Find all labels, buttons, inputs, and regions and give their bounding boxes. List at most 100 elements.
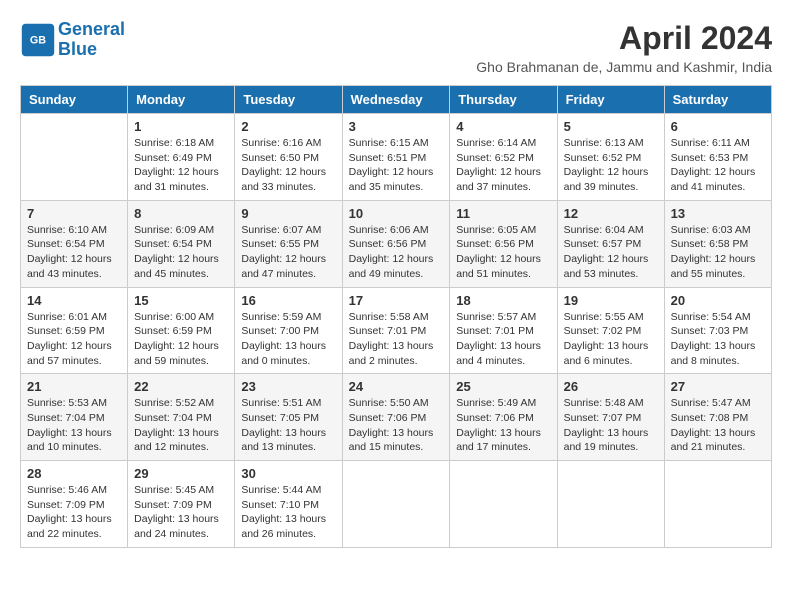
day-number: 28 (27, 466, 121, 481)
logo-line2: Blue (58, 39, 97, 59)
calendar-cell: 9 Sunrise: 6:07 AM Sunset: 6:55 PM Daylig… (235, 200, 342, 287)
calendar-cell: 12Sunrise: 6:04 AM Sunset: 6:57 PM Dayli… (557, 200, 664, 287)
day-number: 21 (27, 379, 121, 394)
calendar-week-row: 21 Sunrise: 5:53 AM Sunset: 7:04 PM Dayli… (21, 374, 772, 461)
day-info: Sunrise: 5:58 AM Sunset: 7:01 PM Dayligh… (349, 310, 444, 369)
day-number: 9 (241, 206, 335, 221)
svg-text:GB: GB (30, 34, 46, 46)
logo-icon: GB (20, 22, 56, 58)
title-section: April 2024 Gho Brahmanan de, Jammu and K… (476, 20, 772, 75)
calendar-table: SundayMondayTuesdayWednesdayThursdayFrid… (20, 85, 772, 548)
day-number: 27 (671, 379, 765, 394)
calendar-week-row: 14 Sunrise: 6:01 AM Sunset: 6:59 PM Dayli… (21, 287, 772, 374)
day-number: 23 (241, 379, 335, 394)
calendar-cell (342, 461, 450, 548)
calendar-cell: 16 Sunrise: 5:59 AM Sunset: 7:00 PM Dayli… (235, 287, 342, 374)
calendar-cell: 27 Sunrise: 5:47 AM Sunset: 7:08 PM Dayli… (664, 374, 771, 461)
month-title: April 2024 (476, 20, 772, 57)
calendar-cell: 1Sunrise: 6:18 AM Sunset: 6:49 PM Daylig… (128, 114, 235, 201)
calendar-cell: 2Sunrise: 6:16 AM Sunset: 6:50 PM Daylig… (235, 114, 342, 201)
day-number: 1 (134, 119, 228, 134)
calendar-week-row: 7 Sunrise: 6:10 AM Sunset: 6:54 PM Daylig… (21, 200, 772, 287)
calendar-week-row: 28 Sunrise: 5:46 AM Sunset: 7:09 PM Dayli… (21, 461, 772, 548)
day-number: 10 (349, 206, 444, 221)
calendar-cell: 17 Sunrise: 5:58 AM Sunset: 7:01 PM Dayli… (342, 287, 450, 374)
column-header-sunday: Sunday (21, 86, 128, 114)
calendar-cell (664, 461, 771, 548)
day-number: 22 (134, 379, 228, 394)
location-title: Gho Brahmanan de, Jammu and Kashmir, Ind… (476, 59, 772, 75)
day-info: Sunrise: 6:07 AM Sunset: 6:55 PM Dayligh… (241, 223, 335, 282)
day-number: 8 (134, 206, 228, 221)
day-number: 16 (241, 293, 335, 308)
day-info: Sunrise: 6:15 AM Sunset: 6:51 PM Dayligh… (349, 136, 444, 195)
calendar-cell: 11 Sunrise: 6:05 AM Sunset: 6:56 PM Dayli… (450, 200, 557, 287)
day-info: Sunrise: 6:06 AM Sunset: 6:56 PM Dayligh… (349, 223, 444, 282)
calendar-cell: 5 Sunrise: 6:13 AM Sunset: 6:52 PM Daylig… (557, 114, 664, 201)
calendar-cell: 3 Sunrise: 6:15 AM Sunset: 6:51 PM Daylig… (342, 114, 450, 201)
day-info: Sunrise: 6:03 AM Sunset: 6:58 PM Dayligh… (671, 223, 765, 282)
day-info: Sunrise: 5:46 AM Sunset: 7:09 PM Dayligh… (27, 483, 121, 542)
day-number: 29 (134, 466, 228, 481)
day-number: 25 (456, 379, 550, 394)
day-info: Sunrise: 6:14 AM Sunset: 6:52 PM Dayligh… (456, 136, 550, 195)
column-header-friday: Friday (557, 86, 664, 114)
page-header: GB General Blue April 2024 Gho Brahmanan… (20, 20, 772, 75)
day-info: Sunrise: 6:05 AM Sunset: 6:56 PM Dayligh… (456, 223, 550, 282)
day-info: Sunrise: 5:54 AM Sunset: 7:03 PM Dayligh… (671, 310, 765, 369)
calendar-cell: 29Sunrise: 5:45 AM Sunset: 7:09 PM Dayli… (128, 461, 235, 548)
day-info: Sunrise: 5:44 AM Sunset: 7:10 PM Dayligh… (241, 483, 335, 542)
calendar-cell: 23 Sunrise: 5:51 AM Sunset: 7:05 PM Dayli… (235, 374, 342, 461)
day-info: Sunrise: 5:57 AM Sunset: 7:01 PM Dayligh… (456, 310, 550, 369)
day-number: 20 (671, 293, 765, 308)
day-number: 6 (671, 119, 765, 134)
calendar-cell: 6 Sunrise: 6:11 AM Sunset: 6:53 PM Daylig… (664, 114, 771, 201)
calendar-header-row: SundayMondayTuesdayWednesdayThursdayFrid… (21, 86, 772, 114)
column-header-thursday: Thursday (450, 86, 557, 114)
day-number: 2 (241, 119, 335, 134)
day-number: 13 (671, 206, 765, 221)
column-header-wednesday: Wednesday (342, 86, 450, 114)
day-number: 30 (241, 466, 335, 481)
calendar-cell: 14 Sunrise: 6:01 AM Sunset: 6:59 PM Dayli… (21, 287, 128, 374)
day-number: 19 (564, 293, 658, 308)
day-info: Sunrise: 5:55 AM Sunset: 7:02 PM Dayligh… (564, 310, 658, 369)
day-info: Sunrise: 6:10 AM Sunset: 6:54 PM Dayligh… (27, 223, 121, 282)
day-number: 7 (27, 206, 121, 221)
calendar-cell: 18 Sunrise: 5:57 AM Sunset: 7:01 PM Dayli… (450, 287, 557, 374)
day-number: 5 (564, 119, 658, 134)
day-info: Sunrise: 6:13 AM Sunset: 6:52 PM Dayligh… (564, 136, 658, 195)
calendar-cell: 28 Sunrise: 5:46 AM Sunset: 7:09 PM Dayli… (21, 461, 128, 548)
day-info: Sunrise: 6:01 AM Sunset: 6:59 PM Dayligh… (27, 310, 121, 369)
calendar-cell: 10 Sunrise: 6:06 AM Sunset: 6:56 PM Dayli… (342, 200, 450, 287)
calendar-cell: 24Sunrise: 5:50 AM Sunset: 7:06 PM Dayli… (342, 374, 450, 461)
day-number: 18 (456, 293, 550, 308)
calendar-cell: 7 Sunrise: 6:10 AM Sunset: 6:54 PM Daylig… (21, 200, 128, 287)
calendar-cell: 21 Sunrise: 5:53 AM Sunset: 7:04 PM Dayli… (21, 374, 128, 461)
column-header-tuesday: Tuesday (235, 86, 342, 114)
calendar-cell: 4 Sunrise: 6:14 AM Sunset: 6:52 PM Daylig… (450, 114, 557, 201)
day-info: Sunrise: 6:04 AM Sunset: 6:57 PM Dayligh… (564, 223, 658, 282)
day-info: Sunrise: 5:59 AM Sunset: 7:00 PM Dayligh… (241, 310, 335, 369)
day-number: 14 (27, 293, 121, 308)
day-info: Sunrise: 5:52 AM Sunset: 7:04 PM Dayligh… (134, 396, 228, 455)
day-info: Sunrise: 5:49 AM Sunset: 7:06 PM Dayligh… (456, 396, 550, 455)
day-info: Sunrise: 6:11 AM Sunset: 6:53 PM Dayligh… (671, 136, 765, 195)
calendar-cell: 19 Sunrise: 5:55 AM Sunset: 7:02 PM Dayli… (557, 287, 664, 374)
calendar-cell: 15Sunrise: 6:00 AM Sunset: 6:59 PM Dayli… (128, 287, 235, 374)
day-number: 17 (349, 293, 444, 308)
calendar-week-row: 1Sunrise: 6:18 AM Sunset: 6:49 PM Daylig… (21, 114, 772, 201)
day-number: 3 (349, 119, 444, 134)
calendar-cell: 13 Sunrise: 6:03 AM Sunset: 6:58 PM Dayli… (664, 200, 771, 287)
calendar-cell (557, 461, 664, 548)
day-number: 15 (134, 293, 228, 308)
day-info: Sunrise: 5:51 AM Sunset: 7:05 PM Dayligh… (241, 396, 335, 455)
day-info: Sunrise: 5:53 AM Sunset: 7:04 PM Dayligh… (27, 396, 121, 455)
day-number: 11 (456, 206, 550, 221)
calendar-cell: 20 Sunrise: 5:54 AM Sunset: 7:03 PM Dayli… (664, 287, 771, 374)
column-header-saturday: Saturday (664, 86, 771, 114)
day-info: Sunrise: 5:50 AM Sunset: 7:06 PM Dayligh… (349, 396, 444, 455)
calendar-cell (21, 114, 128, 201)
day-info: Sunrise: 5:47 AM Sunset: 7:08 PM Dayligh… (671, 396, 765, 455)
day-number: 4 (456, 119, 550, 134)
